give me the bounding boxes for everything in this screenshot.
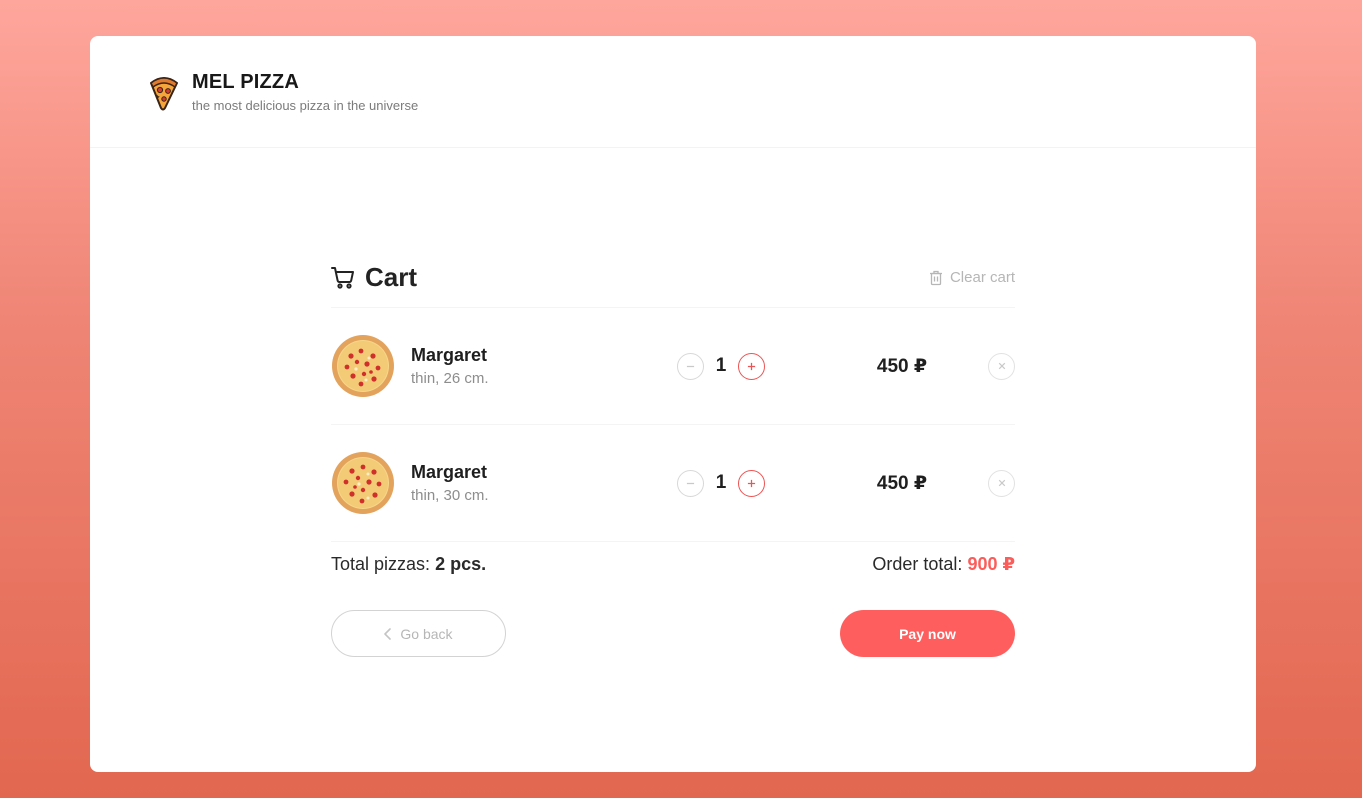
page-wrapper: MEL PIZZA the most delicious pizza in th… — [90, 36, 1256, 772]
item-count: 1 — [715, 355, 727, 376]
item-info: Margaret thin, 30 cm. — [411, 462, 661, 504]
clear-cart-label: Clear cart — [949, 269, 1015, 286]
order-total: Order total: 900 ₽ — [872, 554, 1015, 575]
cart-item: Margaret thin, 26 cm. 1 450 ₽ — [331, 308, 1015, 425]
quantity-stepper: 1 — [677, 352, 777, 380]
total-pizzas-value: 2 pcs. — [435, 554, 487, 574]
order-total-label: Order total: — [872, 554, 963, 574]
chevron-left-icon — [384, 627, 392, 640]
brand-subtitle: the most delicious pizza in the universe — [192, 97, 419, 113]
item-info: Margaret thin, 26 cm. — [411, 345, 661, 387]
pizza-image — [332, 452, 394, 514]
decrement-button[interactable] — [677, 352, 704, 380]
increment-button[interactable] — [738, 352, 765, 380]
brand: MEL PIZZA the most delicious pizza in th… — [192, 71, 418, 113]
item-name: Margaret — [411, 345, 488, 365]
cart-title-text: Cart — [365, 262, 418, 292]
total-pizzas-label: Total pizzas: — [331, 554, 431, 574]
increment-button[interactable] — [738, 469, 765, 497]
item-price: 450 ₽ — [876, 355, 928, 377]
total-pizzas: Total pizzas: 2 pcs. — [331, 554, 486, 575]
pizza-slice-icon[interactable] — [148, 75, 180, 111]
remove-item-button[interactable] — [988, 469, 1015, 497]
pay-now-label: Pay now — [899, 625, 956, 642]
pizza-image — [332, 335, 394, 397]
decrement-button[interactable] — [677, 469, 704, 497]
item-count: 1 — [715, 472, 727, 493]
cart-actions: Go back Pay now — [331, 610, 1015, 657]
cart-item: Margaret thin, 30 cm. 1 450 ₽ — [331, 425, 1015, 542]
plus-icon — [747, 479, 756, 487]
quantity-stepper: 1 — [677, 469, 777, 497]
clear-cart-button[interactable]: Clear cart — [929, 269, 1015, 286]
cart: Cart Clear cart Margaret thin, 26 cm. 1 … — [331, 248, 1015, 657]
cart-top: Cart Clear cart — [331, 248, 1015, 308]
minus-icon — [686, 482, 695, 484]
item-desc: thin, 26 cm. — [411, 370, 489, 387]
cart-totals: Total pizzas: 2 pcs. Order total: 900 ₽ — [331, 554, 1015, 575]
item-name: Margaret — [411, 462, 488, 482]
order-total-value: 900 ₽ — [967, 554, 1015, 574]
plus-icon — [747, 362, 756, 370]
brand-title: MEL PIZZA — [192, 70, 299, 93]
remove-item-button[interactable] — [988, 352, 1015, 380]
trash-icon — [929, 270, 942, 285]
close-icon — [998, 479, 1005, 487]
cart-icon — [331, 266, 354, 289]
pay-now-button[interactable]: Pay now — [840, 610, 1015, 657]
go-back-label: Go back — [400, 625, 453, 642]
close-icon — [998, 362, 1005, 370]
item-desc: thin, 30 cm. — [411, 487, 489, 504]
item-price: 450 ₽ — [876, 472, 928, 494]
minus-icon — [686, 365, 695, 367]
cart-title: Cart — [331, 262, 417, 293]
go-back-button[interactable]: Go back — [331, 610, 506, 657]
header: MEL PIZZA the most delicious pizza in th… — [90, 36, 1256, 148]
